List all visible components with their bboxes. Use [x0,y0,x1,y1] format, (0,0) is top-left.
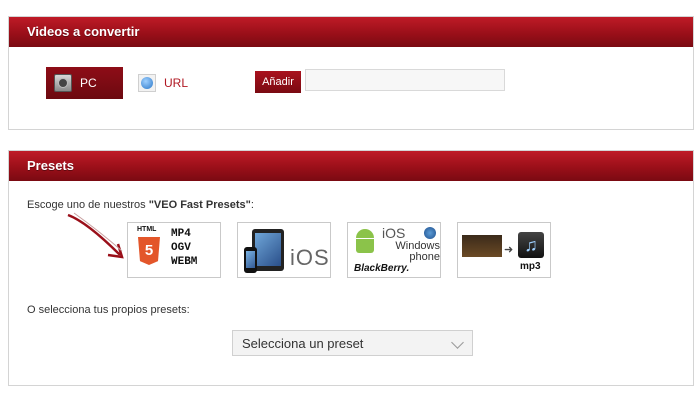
url-label: URL [164,76,189,90]
ios-label: iOS [290,245,330,270]
iphone-icon [244,247,257,273]
videos-panel: Videos a convertir PC URL Añadir [8,16,694,130]
hard-drive-icon [54,74,72,92]
presets-panel-title: Presets [9,151,693,181]
format-mp4: MP4 [171,228,191,240]
format-ogv: OGV [171,242,191,254]
windows-phone-label: Windows phone [395,240,440,263]
html5-formats: MP4 OGV WEBM [171,227,197,269]
pc-source-button[interactable]: PC [46,67,123,99]
mp3-label: mp3 [520,261,541,272]
chevron-down-icon [451,336,464,349]
intro-bold-text: "VEO Fast Presets" [148,199,251,211]
own-presets-label: O selecciona tus propios presets: [27,304,190,316]
film-icon [462,235,502,257]
blackberry-label: BlackBerry. [354,263,410,274]
globe-icon [138,74,156,92]
add-button[interactable]: Añadir [255,71,301,93]
preset-ios[interactable]: iOS [237,222,331,278]
preset-html5[interactable]: HTML 5 MP4 OGV WEBM [127,222,221,278]
windows-icon [424,227,436,239]
presets-intro: Escoge uno de nuestros "VEO Fast Presets… [27,199,254,211]
intro-text: Escoge uno de nuestros [27,199,149,211]
url-source-button[interactable]: URL [136,67,206,99]
html-label: HTML [137,226,157,233]
arrow-icon [67,212,124,259]
video-url-input[interactable] [305,69,505,91]
preset-mp3[interactable]: ➜ ♫ mp3 [457,222,551,278]
music-note-icon: ♫ [518,232,544,258]
android-icon [354,229,376,255]
preset-select[interactable]: Selecciona un preset [232,330,473,356]
preset-select-value: Selecciona un preset [242,335,364,351]
pc-label: PC [80,76,97,90]
videos-panel-title: Videos a convertir [9,17,693,47]
convert-arrow-icon: ➜ [504,244,514,256]
ios-small-label: iOS [382,225,406,241]
format-webm: WEBM [171,256,198,268]
html5-shield-icon: 5 [138,237,160,265]
intro-suffix: : [250,199,254,211]
presets-panel: Presets Escoge uno de nuestros "VEO Fast… [8,150,694,386]
preset-mobile[interactable]: iOS Windows phone BlackBerry. [347,222,441,278]
